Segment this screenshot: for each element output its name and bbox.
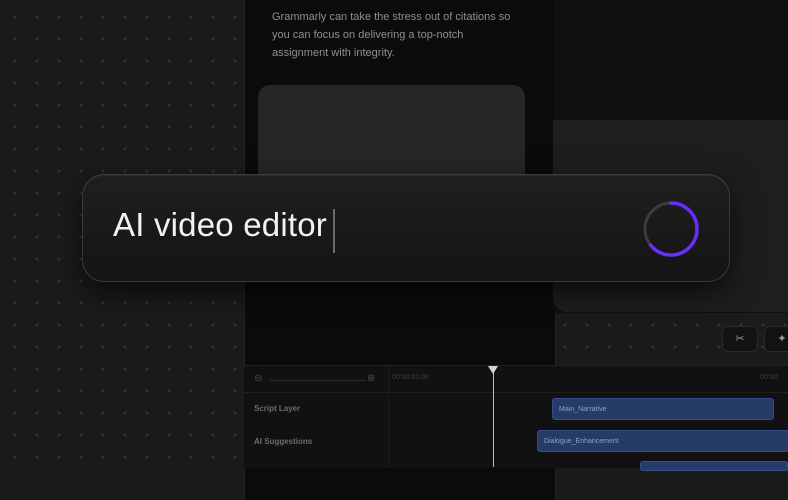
phone-body-text: Grammarly can take the stress out of cit…: [272, 11, 511, 59]
track-label-script-layer: Script Layer: [254, 404, 301, 413]
playhead[interactable]: [493, 370, 494, 467]
search-bar[interactable]: AI video editor: [82, 174, 730, 282]
timecode-tick: 00:00:: [760, 374, 780, 381]
zoom-in-icon[interactable]: ⊕: [367, 374, 377, 384]
timeline-clip[interactable]: Dialogue_Enhancement: [537, 430, 788, 452]
timeline-clip[interactable]: Main_Narrative: [552, 398, 774, 420]
timecode-tick: 00:00:00:00: [392, 374, 429, 381]
search-input[interactable]: AI video editor: [113, 206, 327, 244]
scissors-button[interactable]: ✂: [722, 326, 758, 352]
playhead-handle-icon[interactable]: [488, 366, 498, 374]
track-label-ai-suggestions: AI Suggestions: [254, 437, 313, 446]
loading-spinner-icon: [643, 201, 699, 257]
zoom-slider[interactable]: [270, 380, 366, 381]
scissors-icon: ✂: [735, 332, 745, 345]
sparkle-icon: ✦: [777, 332, 787, 345]
sparkle-button[interactable]: ✦: [764, 326, 788, 352]
text-caret: [333, 209, 335, 253]
track-label-divider: [388, 366, 389, 467]
timeline-clip[interactable]: [640, 461, 788, 471]
zoom-out-icon[interactable]: ⊖: [254, 374, 264, 384]
